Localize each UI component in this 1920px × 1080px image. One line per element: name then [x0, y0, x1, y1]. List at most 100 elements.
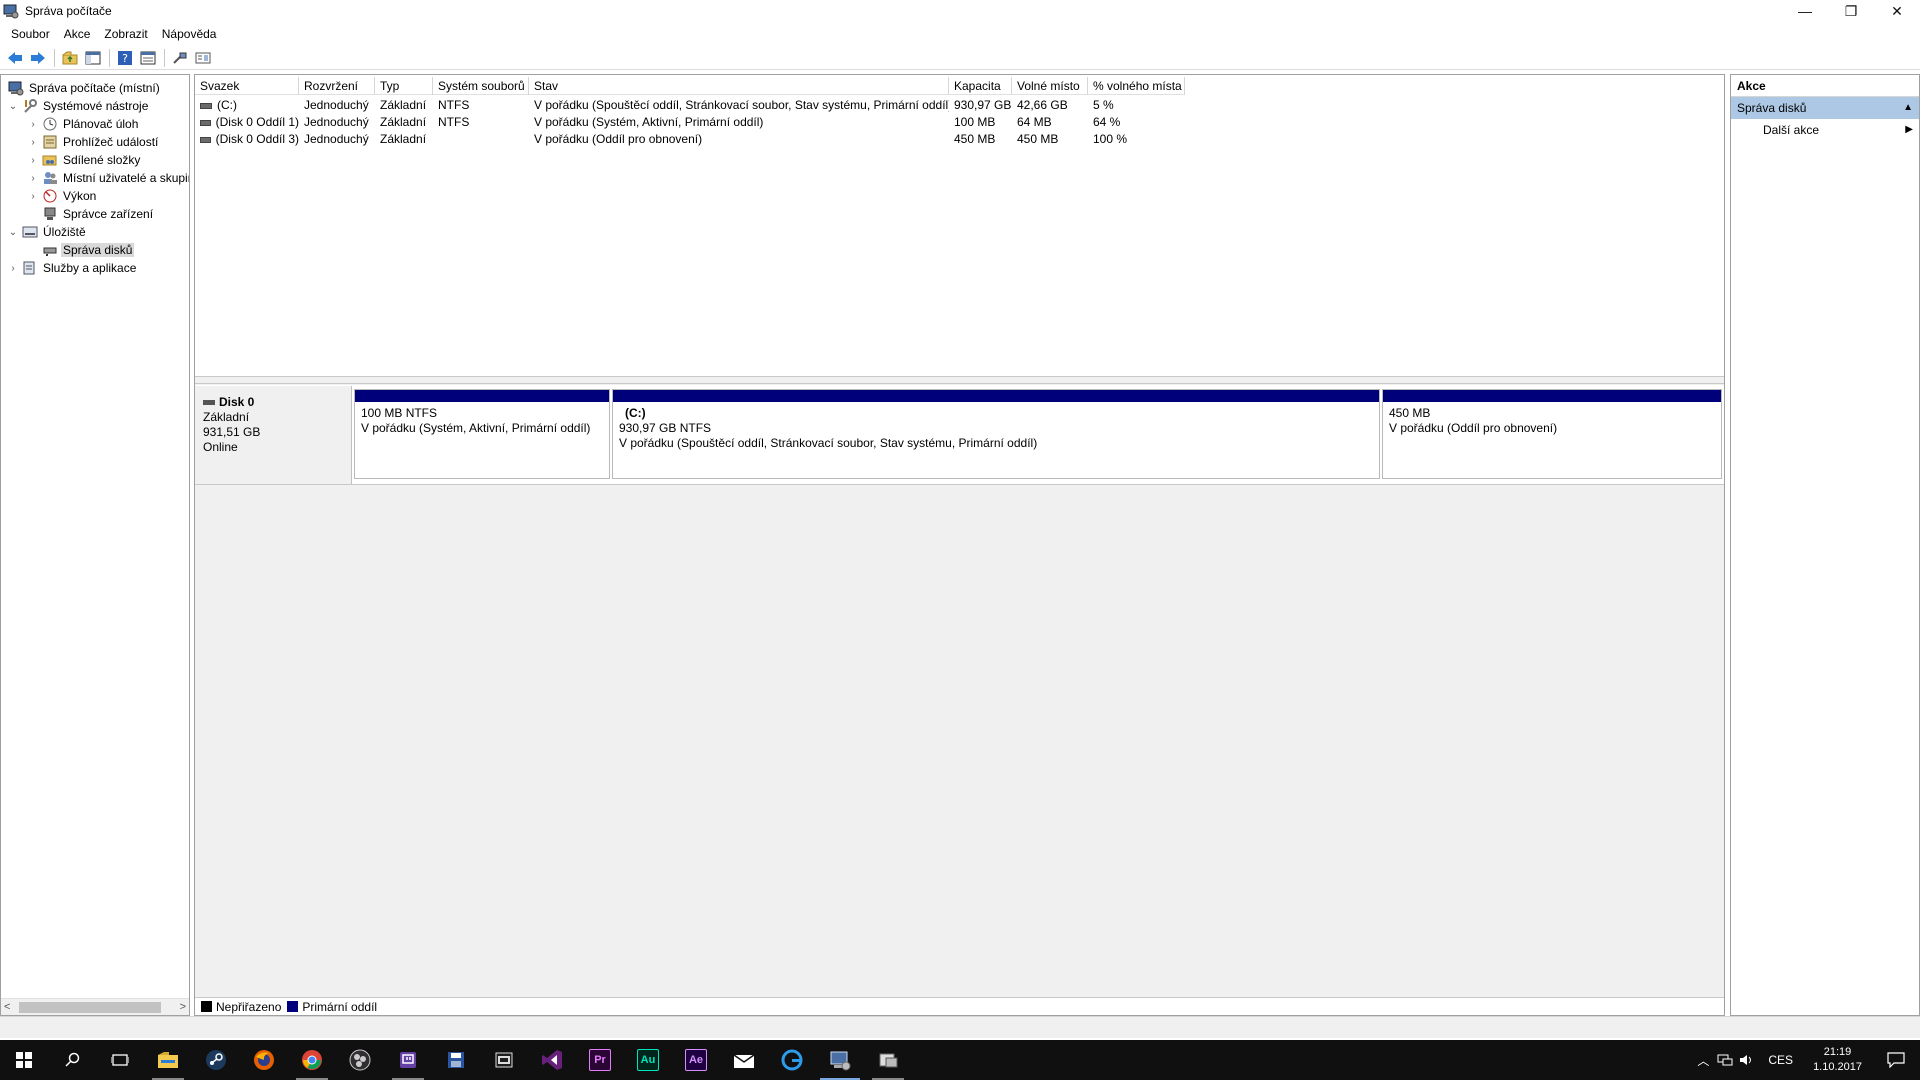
back-icon[interactable] — [4, 47, 26, 69]
properties-icon[interactable] — [137, 47, 159, 69]
network-icon[interactable] — [1714, 1040, 1736, 1080]
cell-free-space: 64 MB — [1017, 115, 1052, 129]
tree-item-performance[interactable]: › Výkon — [27, 187, 98, 205]
tree-label: Místní uživatelé a skupiny — [63, 171, 190, 185]
disk-info[interactable]: Disk 0 Základní 931,51 GB Online — [195, 386, 352, 484]
tree-item-disk-management[interactable]: Správa disků — [39, 241, 135, 259]
view-icon[interactable] — [192, 47, 214, 69]
partition-block[interactable]: (C:) 930,97 GB NTFS V pořádku (Spouštěcí… — [612, 389, 1380, 479]
expand-icon[interactable]: › — [27, 172, 39, 184]
chevron-up-icon[interactable]: ︿ — [1692, 1040, 1714, 1080]
mail-icon[interactable] — [720, 1040, 768, 1080]
clock[interactable]: 21:19 1.10.2017 — [1803, 1045, 1872, 1075]
cell-filesystem: NTFS — [438, 115, 470, 129]
premiere-icon[interactable]: Pr — [576, 1040, 624, 1080]
collapse-icon[interactable]: ⌄ — [7, 100, 19, 112]
up-folder-icon[interactable] — [59, 47, 81, 69]
partition-status: V pořádku (Oddíl pro obnovení) — [1389, 421, 1558, 435]
tree-item-device-manager[interactable]: Správce zařízení — [39, 205, 155, 223]
menu-help[interactable]: Nápověda — [155, 24, 224, 44]
clock-time: 21:19 — [1823, 1046, 1852, 1058]
visual-studio-icon[interactable] — [528, 1040, 576, 1080]
actions-section-label: Správa disků — [1737, 101, 1807, 115]
scroll-thumb[interactable] — [19, 1002, 161, 1013]
partition-block[interactable]: 450 MB V pořádku (Oddíl pro obnovení) — [1382, 389, 1722, 479]
expand-icon[interactable]: › — [7, 262, 19, 274]
language-indicator[interactable]: CES — [1758, 1053, 1803, 1067]
performance-icon — [42, 188, 58, 204]
firefox-icon[interactable] — [240, 1040, 288, 1080]
pane-splitter[interactable] — [195, 378, 1724, 384]
obs-icon[interactable] — [336, 1040, 384, 1080]
chrome-icon[interactable] — [288, 1040, 336, 1080]
menu-action[interactable]: Akce — [57, 24, 98, 44]
expand-icon[interactable]: › — [27, 154, 39, 166]
action-more-actions[interactable]: Další akce ▶ — [1731, 119, 1919, 141]
column-layout[interactable]: Rozvržení — [299, 77, 375, 95]
table-row[interactable]: (Disk 0 Oddíl 3) Jednoduchý Základní V p… — [195, 131, 1185, 148]
scroll-right-icon[interactable]: > — [180, 1001, 186, 1013]
disk-icon[interactable] — [864, 1040, 912, 1080]
disk-name: Disk 0 — [219, 395, 255, 409]
disk-name-row: Disk 0 — [203, 395, 343, 410]
users-icon — [42, 170, 58, 186]
partition-block[interactable]: 100 MB NTFS V pořádku (Systém, Aktivní, … — [354, 389, 610, 479]
column-type[interactable]: Typ — [375, 77, 433, 95]
close-button[interactable]: ✕ — [1874, 0, 1920, 22]
file-explorer-icon[interactable] — [144, 1040, 192, 1080]
tree-item-local-users[interactable]: › Místní uživatelé a skupiny — [27, 169, 190, 187]
volume-icon[interactable] — [1736, 1040, 1758, 1080]
minimize-button[interactable]: — — [1782, 0, 1828, 22]
tree-item-event-viewer[interactable]: › Prohlížeč událostí — [27, 133, 160, 151]
tree-item-storage[interactable]: ⌄ Úložiště — [7, 223, 88, 241]
task-view-icon[interactable] — [96, 1040, 144, 1080]
cell-volume: (Disk 0 Oddíl 1) — [195, 114, 299, 131]
connect-icon[interactable] — [169, 47, 191, 69]
partition-body: (C:) 930,97 GB NTFS V pořádku (Spouštěcí… — [613, 402, 1379, 455]
column-volume[interactable]: Svazek — [195, 77, 299, 95]
menu-view[interactable]: Zobrazit — [97, 24, 154, 44]
collapse-icon[interactable]: ⌄ — [7, 226, 19, 238]
horizontal-scrollbar[interactable]: < > — [1, 998, 189, 1015]
media-icon[interactable] — [480, 1040, 528, 1080]
restore-button[interactable]: ❐ — [1828, 0, 1874, 22]
save-icon[interactable] — [432, 1040, 480, 1080]
edge-icon[interactable] — [768, 1040, 816, 1080]
console-tree: Správa počítače (místní) ⌄ Systémové nás… — [0, 74, 190, 1016]
volume-label: (Disk 0 Oddíl 1) — [215, 115, 299, 129]
tree-item-services-apps[interactable]: › Služby a aplikace — [7, 259, 138, 277]
collapse-up-icon[interactable]: ▲ — [1903, 97, 1913, 119]
show-hide-tree-icon[interactable] — [82, 47, 104, 69]
menu-file[interactable]: Soubor — [4, 24, 57, 44]
expand-icon[interactable]: › — [27, 190, 39, 202]
column-capacity[interactable]: Kapacita — [949, 77, 1012, 95]
tree-item-system-tools[interactable]: ⌄ Systémové nástroje — [7, 97, 150, 115]
search-icon[interactable] — [48, 1040, 96, 1080]
help-icon[interactable]: ? — [114, 47, 136, 69]
storage-icon — [22, 224, 38, 240]
column-filesystem[interactable]: Systém souborů — [433, 77, 529, 95]
column-free-space[interactable]: Volné místo — [1012, 77, 1088, 95]
after-effects-badge: Ae — [685, 1049, 707, 1071]
column-status[interactable]: Stav — [529, 77, 949, 95]
scroll-left-icon[interactable]: < — [4, 1001, 10, 1013]
expand-icon[interactable]: › — [27, 118, 39, 130]
cell-layout: Jednoduchý — [304, 132, 369, 146]
actions-section-disk-management[interactable]: Správa disků ▲ — [1731, 97, 1919, 119]
table-row[interactable]: (Disk 0 Oddíl 1) Jednoduchý Základní NTF… — [195, 114, 1185, 131]
after-effects-icon[interactable]: Ae — [672, 1040, 720, 1080]
tree-item-root[interactable]: Správa počítače (místní) — [5, 79, 162, 97]
audition-icon[interactable]: Au — [624, 1040, 672, 1080]
forward-icon[interactable] — [27, 47, 49, 69]
table-row[interactable]: (C:) Jednoduchý Základní NTFS V pořádku … — [195, 97, 1185, 114]
notification-icon[interactable] — [1872, 1040, 1920, 1080]
computer-management-icon[interactable] — [816, 1040, 864, 1080]
expand-icon[interactable]: › — [27, 136, 39, 148]
tree-item-shared-folders[interactable]: › Sdílené složky — [27, 151, 142, 169]
tree-item-task-scheduler[interactable]: › Plánovač úloh — [27, 115, 140, 133]
cell-type: Základní — [380, 98, 427, 112]
start-icon[interactable] — [0, 1040, 48, 1080]
steam-icon[interactable] — [192, 1040, 240, 1080]
twitch-icon[interactable] — [384, 1040, 432, 1080]
column-percent-free[interactable]: % volného místa — [1088, 77, 1185, 95]
